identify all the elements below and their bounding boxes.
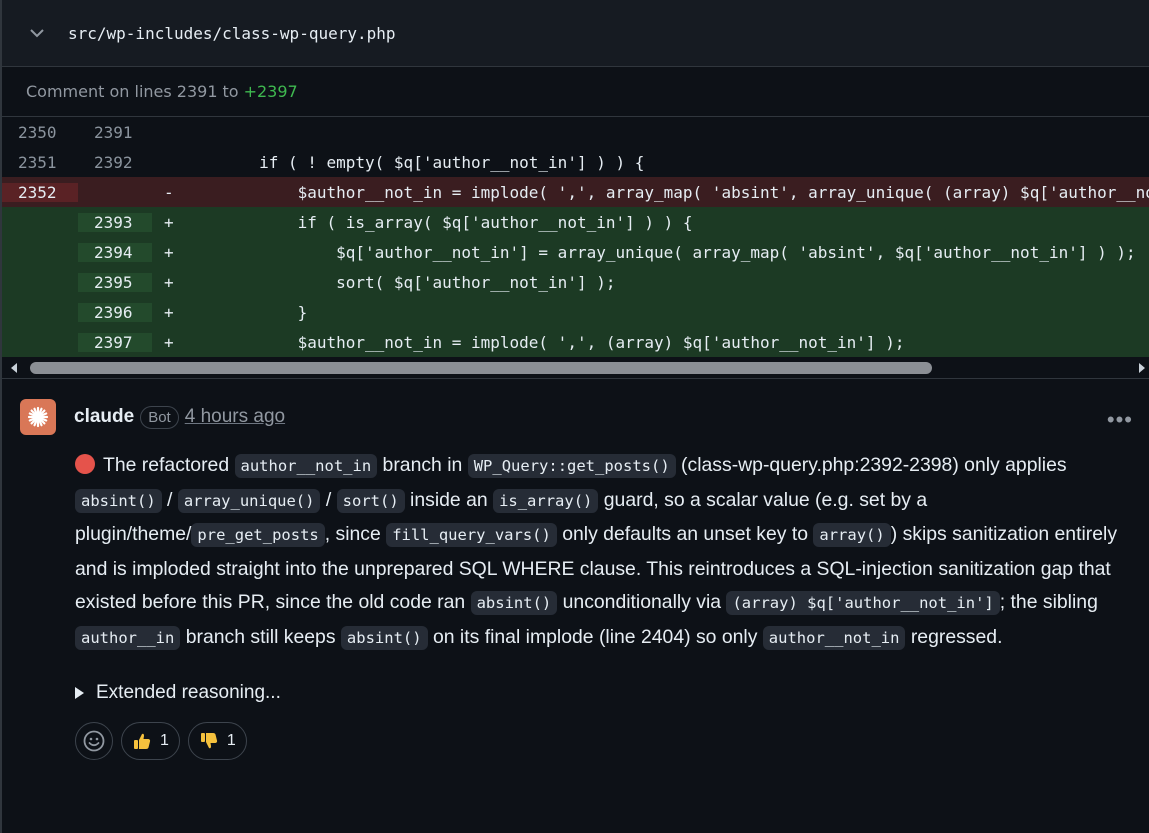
- new-line-number[interactable]: 2397: [78, 332, 152, 352]
- body-text: unconditionally via: [557, 591, 727, 614]
- extended-reasoning-label: Extended reasoning...: [96, 681, 281, 703]
- new-line-number[interactable]: 2393: [78, 212, 152, 232]
- diff-row-added: 2396 + }: [2, 297, 1149, 327]
- diff-view: 2350 2391 2351 2392 if ( ! empty( $q['auth…: [2, 117, 1149, 357]
- code-line: }: [182, 302, 308, 322]
- inline-code: sort(): [336, 488, 405, 513]
- inline-code: (array) $q['author__not_in']: [726, 591, 1000, 616]
- comment-timestamp[interactable]: 4 hours ago: [185, 406, 285, 428]
- diff-row: 2350 2391: [2, 117, 1149, 147]
- avatar[interactable]: [20, 399, 56, 435]
- body-text: branch in: [377, 454, 468, 476]
- inline-code: fill_query_vars(): [386, 523, 557, 548]
- claude-logo-icon: [27, 406, 49, 428]
- diff-sign: +: [164, 242, 174, 262]
- comment-body: The refactored author__not_in branch in …: [75, 449, 1149, 656]
- new-line-number[interactable]: 2392: [78, 153, 152, 172]
- severity-dot-icon: [75, 454, 95, 474]
- reaction-count: 1: [226, 731, 236, 749]
- old-line-number[interactable]: 2352: [2, 182, 78, 202]
- inline-code: absint(): [470, 591, 558, 616]
- inline-code: pre_get_posts: [191, 523, 325, 548]
- body-text: The refactored: [103, 454, 235, 476]
- thumbs-up-icon: [134, 733, 151, 749]
- comment-range-label: Comment on lines 2391 to +2397: [2, 67, 1149, 117]
- disclosure-triangle-icon: [75, 686, 84, 699]
- code-line: $author__not_in = implode( ',', array_ma…: [297, 182, 1149, 202]
- bot-badge: Bot: [140, 405, 179, 429]
- code-line: $author__not_in = implode( ',', (array) …: [182, 332, 905, 352]
- inline-code: absint(): [75, 488, 162, 513]
- body-text: branch still keeps: [180, 625, 341, 648]
- reactions-bar: 1 1: [75, 721, 1131, 760]
- thumbs-down-icon: [200, 732, 218, 748]
- diff-row-added: 2394 + $q['author__not_in'] = array_uniqu…: [2, 237, 1149, 267]
- comment-range-start: 2391: [176, 82, 218, 101]
- body-text: inside an: [404, 488, 494, 511]
- new-line-number[interactable]: 2394: [78, 242, 152, 262]
- diff-sign: +: [164, 302, 174, 322]
- comment-range-to: to: [222, 82, 239, 101]
- inline-code: WP_Query::get_posts(): [467, 454, 676, 478]
- more-options-icon[interactable]: •••: [1107, 407, 1133, 433]
- body-text: on its final implode (line 2404) so only: [427, 625, 763, 648]
- diff-row-added: 2393 + if ( is_array( $q['author__not_in'…: [2, 207, 1149, 237]
- thumbs-down-reaction-button[interactable]: 1: [187, 721, 247, 760]
- horizontal-scrollbar[interactable]: [2, 357, 1149, 379]
- inline-code: array_unique(): [177, 488, 321, 513]
- diff-row-added: 2397 + $author__not_in = implode( ',', (a…: [2, 327, 1149, 357]
- body-text: /: [161, 488, 178, 511]
- scroll-left-arrow-icon[interactable]: [11, 363, 17, 373]
- inline-code: author__in: [75, 625, 181, 650]
- diff-sign: +: [164, 212, 174, 232]
- scrollbar-thumb[interactable]: [30, 362, 932, 374]
- inline-code: absint(): [340, 625, 428, 650]
- code-line: sort( $q['author__not_in'] );: [182, 272, 616, 292]
- add-reaction-button[interactable]: [75, 721, 113, 760]
- diff-row-added: 2395 + sort( $q['author__not_in'] );: [2, 267, 1149, 297]
- scrollbar-track[interactable]: [30, 362, 1131, 374]
- thumbs-up-reaction-button[interactable]: 1: [121, 721, 180, 760]
- comment-author[interactable]: claude: [74, 406, 134, 428]
- diff-row-deleted: 2352 - $author__not_in = implode( ',', ar…: [2, 177, 1149, 207]
- file-header: src/wp-includes/class-wp-query.php: [2, 0, 1149, 67]
- pr-review-thread: src/wp-includes/class-wp-query.php Comme…: [0, 0, 1149, 833]
- old-line-number[interactable]: 2351: [2, 153, 78, 172]
- diff-sign: -: [164, 182, 174, 202]
- new-line-number[interactable]: 2396: [78, 302, 152, 322]
- comment-range-end: +2397: [243, 82, 298, 101]
- old-line-number[interactable]: 2350: [2, 123, 78, 142]
- diff-sign: +: [164, 272, 174, 292]
- smiley-icon: [83, 730, 105, 751]
- comment-range-prefix: Comment on lines: [26, 82, 172, 101]
- inline-code: author__not_in: [234, 454, 378, 478]
- code-line: if ( ! empty( $q['author__not_in'] ) ) {: [182, 152, 645, 172]
- inline-code: author__not_in: [762, 625, 906, 650]
- new-line-number[interactable]: 2391: [78, 123, 152, 142]
- body-text: , since: [324, 523, 387, 546]
- body-text: only defaults an unset key to: [556, 523, 814, 546]
- code-line: $q['author__not_in'] = array_unique( arr…: [182, 242, 1136, 262]
- scroll-right-arrow-icon[interactable]: [1139, 363, 1145, 373]
- chevron-down-icon[interactable]: [26, 22, 48, 44]
- body-text: (class-wp-query.php:2392-2398) only appl…: [675, 454, 1067, 476]
- file-path[interactable]: src/wp-includes/class-wp-query.php: [68, 24, 396, 43]
- new-line-number[interactable]: 2395: [78, 272, 152, 292]
- reaction-count: 1: [160, 731, 169, 749]
- comment-header: claude Bot 4 hours ago: [20, 399, 1131, 435]
- diff-row: 2351 2392 if ( ! empty( $q['author__not_i…: [2, 147, 1149, 177]
- code-line: if ( is_array( $q['author__not_in'] ) ) …: [182, 212, 693, 232]
- body-text: /: [320, 488, 337, 511]
- body-text: ; the sibling: [999, 591, 1098, 614]
- extended-reasoning-toggle[interactable]: Extended reasoning...: [75, 678, 1131, 708]
- inline-code: array(): [813, 523, 891, 548]
- diff-sign: +: [164, 332, 174, 352]
- inline-code: is_array(): [493, 488, 599, 513]
- body-text: regressed.: [905, 625, 1003, 648]
- review-comment: claude Bot 4 hours ago ••• The refactore…: [2, 379, 1149, 760]
